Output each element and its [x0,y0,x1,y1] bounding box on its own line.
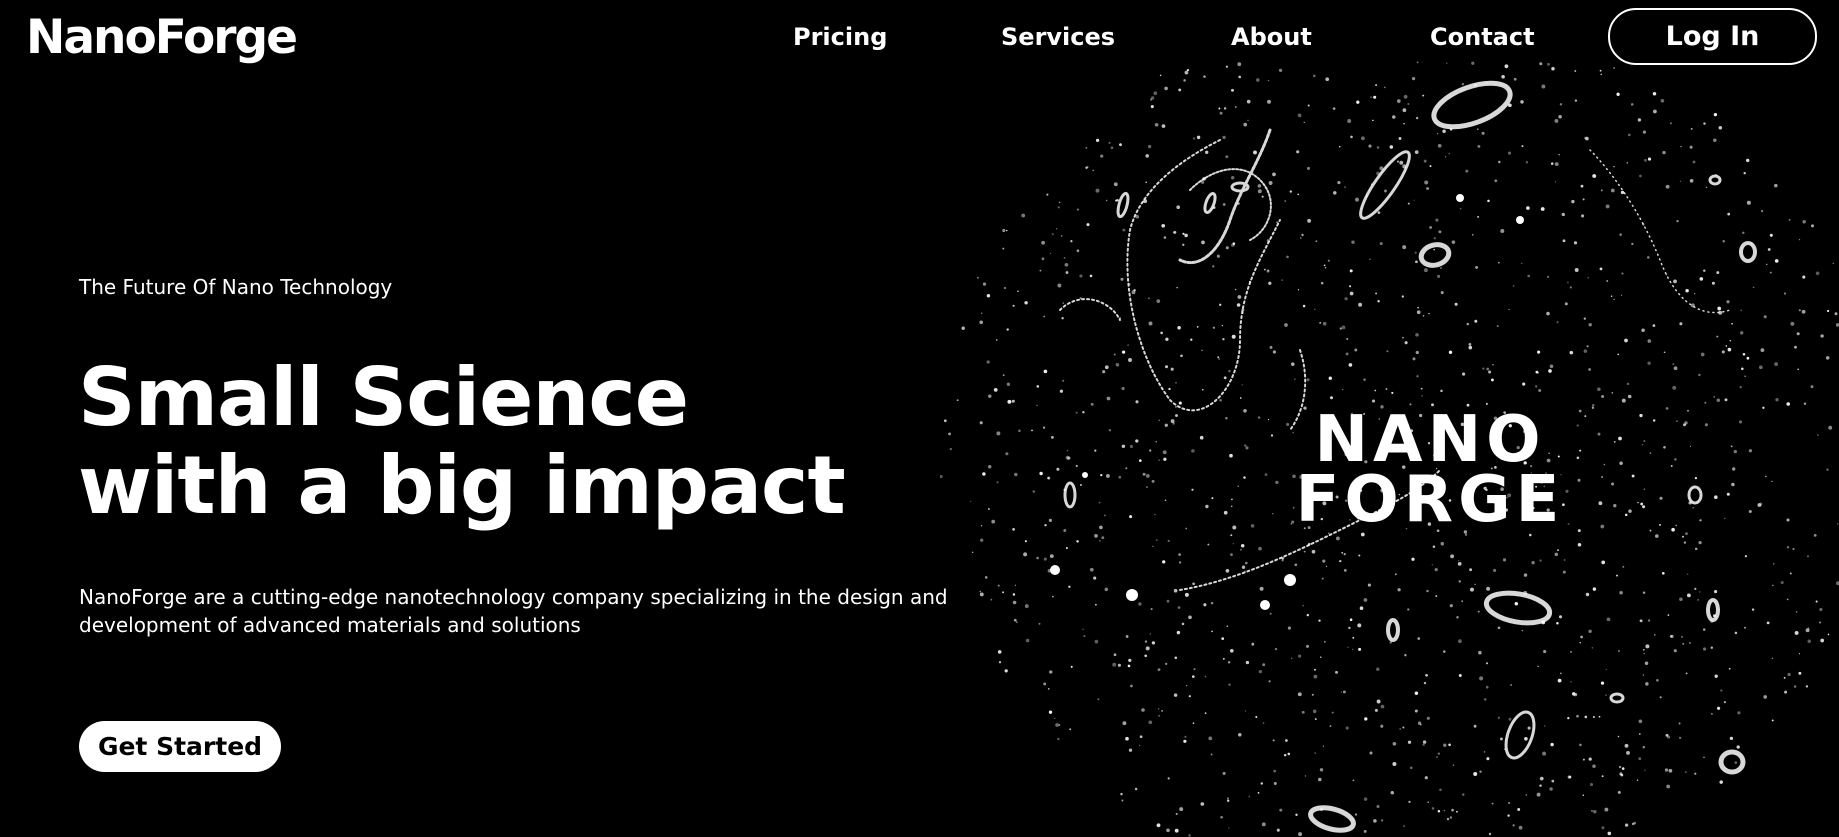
wordmark-line-nano: NANO [1314,403,1546,477]
nav-link-about[interactable]: About [1231,17,1312,57]
site-logo[interactable]: NanoForge [26,10,298,66]
hero-description: NanoForge are a cutting-edge nanotechnol… [79,585,948,637]
hero-eyebrow: The Future Of Nano Technology [79,275,393,299]
nav-link-pricing[interactable]: Pricing [793,17,887,57]
headline-line-2: with a big impact [78,439,846,532]
get-started-button[interactable]: Get Started [79,721,281,772]
login-button[interactable]: Log In [1608,8,1817,65]
headline-line-1: Small Science [78,351,689,444]
nav-link-contact[interactable]: Contact [1430,17,1535,57]
nanoforge-wordmark: NANO FORGE [1280,403,1580,537]
wordmark-line-forge: FORGE [1295,463,1565,537]
nav-link-services[interactable]: Services [1001,17,1115,57]
hero-headline: Small Science with a big impact [78,351,846,532]
landing-page: NanoForge Pricing Services About Contact… [0,0,1839,837]
